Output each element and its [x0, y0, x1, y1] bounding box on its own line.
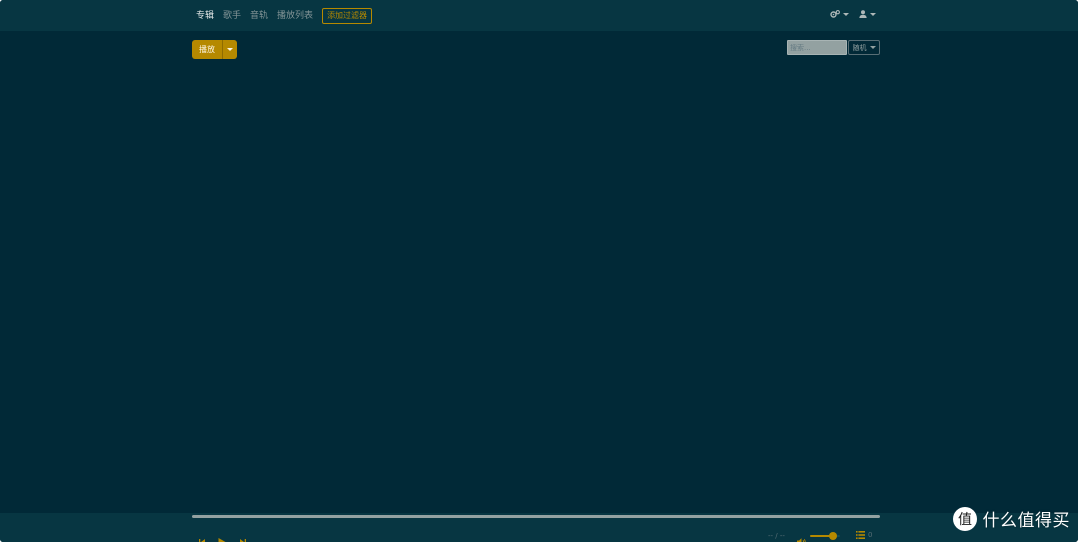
volume-slider[interactable] — [810, 532, 840, 540]
list-icon — [856, 531, 865, 539]
play-queue-button[interactable]: 0 — [856, 531, 872, 539]
app-window: 专辑 歌手 音轨 播放列表 添加过滤器 播放 搜索... 随机 -- / -- … — [0, 0, 1078, 542]
album-content-area — [0, 31, 1078, 513]
watermark-text: 什么值得买 — [982, 511, 1070, 531]
watermark-logo: 值 — [952, 506, 977, 531]
top-navbar: 专辑 歌手 音轨 播放列表 添加过滤器 — [0, 0, 1078, 31]
play-icon — [218, 538, 226, 542]
site-watermark: 值 什么值得买 — [952, 506, 1071, 531]
nav-item-playlists[interactable]: 播放列表 — [277, 8, 313, 24]
main-nav: 专辑 歌手 音轨 播放列表 添加过滤器 — [196, 8, 373, 24]
nav-item-tracks[interactable]: 音轨 — [250, 8, 268, 24]
player-footer: -- / -- 0 — [0, 513, 1078, 542]
settings-menu-toggle[interactable] — [830, 10, 849, 18]
chevron-down-icon — [870, 12, 876, 16]
user-menu-toggle[interactable] — [859, 10, 876, 18]
watermark-logo-icon: 值 — [953, 507, 976, 530]
nav-item-artists[interactable]: 歌手 — [223, 8, 241, 24]
playback-time: -- / -- — [768, 532, 785, 540]
volume-slider-handle[interactable] — [828, 532, 837, 540]
playback-progress-bar[interactable] — [192, 515, 880, 518]
queue-count: 0 — [868, 531, 873, 539]
previous-track-button[interactable] — [199, 531, 205, 542]
mute-toggle[interactable] — [797, 531, 807, 542]
add-filter-button[interactable]: 添加过滤器 — [322, 8, 373, 24]
settings-gears-icon — [830, 10, 840, 18]
volume-icon — [797, 538, 806, 542]
chevron-down-icon — [843, 12, 849, 16]
nav-item-albums[interactable]: 专辑 — [196, 8, 214, 24]
play-pause-button[interactable] — [218, 531, 226, 542]
navbar-right-menus — [830, 10, 876, 18]
watermark-logo-char: 值 — [958, 512, 972, 528]
user-icon — [859, 10, 867, 18]
next-track-button[interactable] — [240, 531, 246, 542]
